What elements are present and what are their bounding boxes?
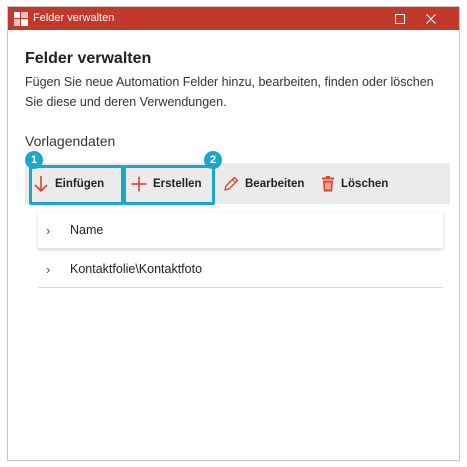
tree-item-name[interactable]: › Name (38, 212, 443, 249)
callout-badge-2: 2 (204, 151, 222, 169)
edit-button[interactable]: Bearbeiten (223, 163, 304, 204)
chevron-right-icon[interactable]: › (46, 224, 58, 237)
template-data-tree: › Name › Kontaktfolie\Kontaktfoto (38, 212, 443, 288)
trash-icon (322, 175, 334, 191)
close-icon (426, 13, 436, 24)
section-title: Vorlagendaten (25, 133, 116, 149)
callout-badge-1: 1 (25, 151, 43, 169)
callout-highlight-create (123, 165, 215, 205)
maximize-button[interactable] (389, 7, 411, 30)
close-button[interactable] (420, 7, 442, 30)
edit-button-label: Bearbeiten (245, 177, 305, 190)
maximize-icon (395, 13, 405, 24)
window-title: Felder verwalten (33, 12, 115, 24)
chevron-right-icon[interactable]: › (46, 263, 58, 276)
app-logo-icon (14, 12, 28, 26)
tree-item-label: Name (70, 223, 104, 237)
tree-item-kontaktfolie[interactable]: › Kontaktfolie\Kontaktfoto (38, 251, 443, 288)
tree-item-label: Kontaktfolie\Kontaktfoto (70, 262, 203, 276)
dialog-heading: Felder verwalten (25, 50, 152, 67)
callout-highlight-insert (29, 165, 124, 205)
title-bar: Felder verwalten (8, 7, 459, 30)
delete-button[interactable]: Löschen (321, 163, 388, 204)
dialog-description: Fügen Sie neue Automation Felder hinzu, … (25, 75, 434, 109)
delete-button-label: Löschen (341, 177, 389, 190)
pencil-icon (224, 176, 239, 191)
